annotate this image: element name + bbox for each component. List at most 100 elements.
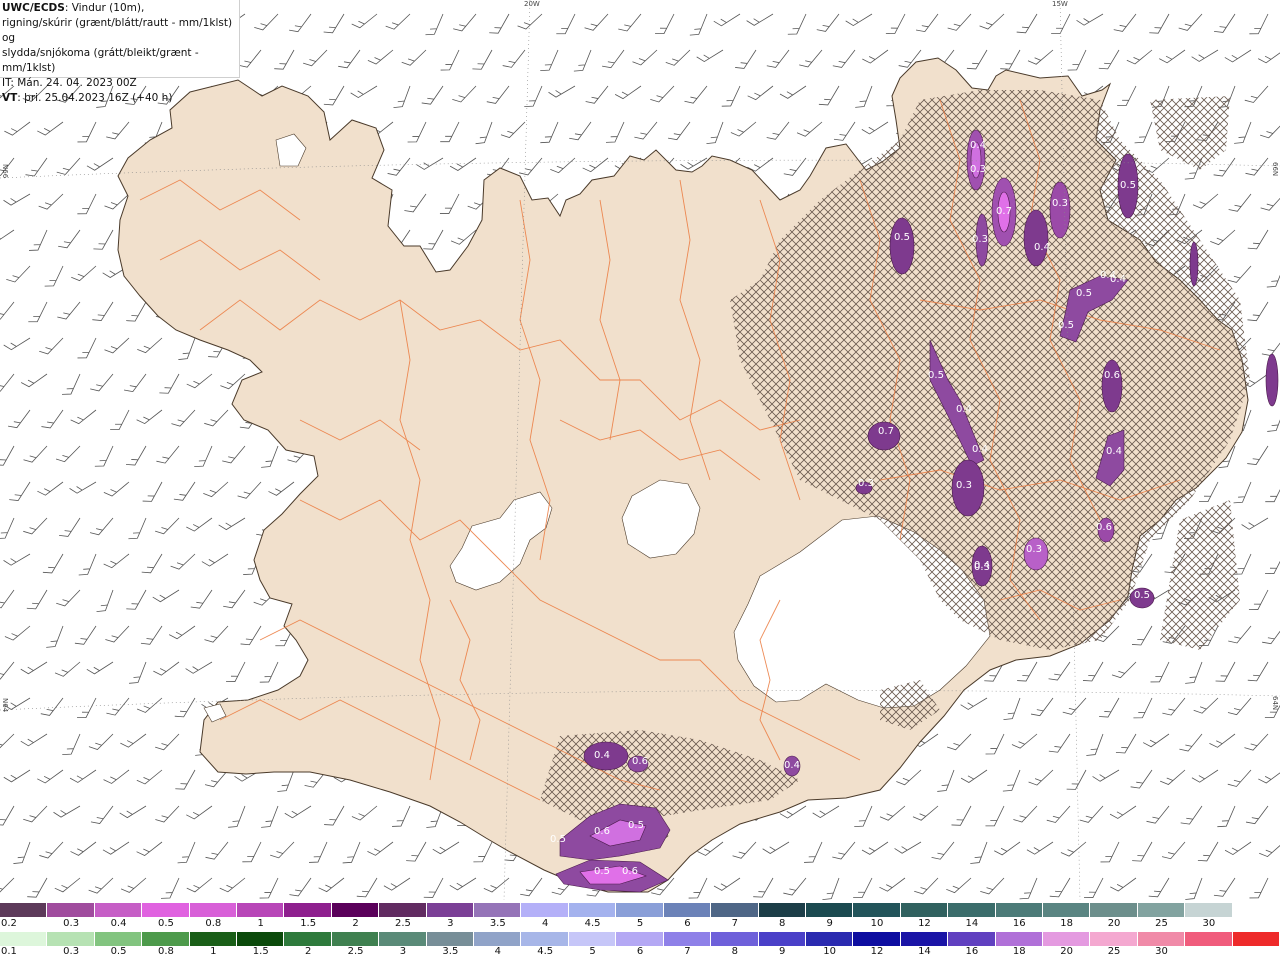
legend-swatch bbox=[995, 903, 1043, 917]
legend-swatch bbox=[379, 932, 427, 946]
legend-swatch bbox=[142, 932, 190, 946]
precip-value-label: 0.5 bbox=[894, 232, 910, 243]
precip-value-label: 0.6 bbox=[1104, 370, 1120, 381]
legend-swatch bbox=[426, 932, 475, 946]
precip-value-label: 0.5 bbox=[1058, 320, 1074, 331]
precip-value-label: 0.3 bbox=[974, 562, 990, 573]
legend-tick-label: 20 bbox=[1060, 946, 1074, 957]
legend-swatch bbox=[331, 932, 380, 946]
legend-tick-label: 5 bbox=[589, 946, 596, 957]
legend-swatch bbox=[805, 903, 854, 917]
legend-tick-label: 16 bbox=[1012, 918, 1026, 929]
legend-swatch bbox=[900, 903, 949, 917]
legend-tick-label: 8 bbox=[731, 946, 738, 957]
legend-swatch bbox=[474, 932, 522, 946]
legend-tick-label: 0.2 bbox=[1, 918, 17, 929]
legend-tick-label: 2 bbox=[352, 918, 359, 929]
product-name: UWC/ECDS bbox=[2, 2, 65, 14]
legend-swatch bbox=[663, 932, 712, 946]
legend-swatch bbox=[1090, 932, 1138, 946]
legend-tick-label: 1 bbox=[257, 918, 264, 929]
legend-tick-label: 8 bbox=[779, 918, 786, 929]
legend-tick-label: 30 bbox=[1202, 918, 1216, 929]
legend-tick-label: 4 bbox=[494, 946, 501, 957]
legend-tick-label: 5 bbox=[636, 918, 644, 929]
legend-swatch bbox=[948, 903, 996, 917]
legend-swatch bbox=[142, 903, 190, 917]
legend-tick-label: 3 bbox=[447, 918, 454, 929]
legend-swatch bbox=[0, 903, 48, 917]
legend-tick-label: 0.8 bbox=[205, 918, 222, 929]
lon-label-15w: 15W bbox=[1052, 0, 1068, 8]
legend-tick-label: 3.5 bbox=[442, 946, 459, 957]
legend-tick-label: 12 bbox=[870, 946, 884, 957]
legend-swatch bbox=[995, 932, 1043, 946]
legend-swatch bbox=[1137, 932, 1186, 946]
legend-swatch bbox=[237, 932, 285, 946]
legend-swatch bbox=[758, 932, 806, 946]
legend-tick-label: 10 bbox=[870, 918, 884, 929]
legend-tick-label: 25 bbox=[1107, 946, 1121, 957]
legend-swatch bbox=[284, 903, 332, 917]
precip-value-label: 0.4 bbox=[1034, 242, 1050, 253]
info-line3: slydda/snjókoma (grátt/bleikt/grænt - mm… bbox=[2, 47, 199, 74]
legend-swatch bbox=[616, 903, 664, 917]
info-line2: rigning/skúrir (grænt/blátt/rautt - mm/1… bbox=[2, 17, 233, 44]
legend-tick-label: 0.3 bbox=[63, 946, 80, 957]
legend-tick-label: 6 bbox=[636, 946, 644, 957]
legend-swatch bbox=[853, 903, 901, 917]
precip-value-label: 0.5 bbox=[550, 834, 566, 845]
legend-swatch bbox=[189, 932, 238, 946]
legend-tick-label: 3 bbox=[399, 946, 407, 957]
legend-snow-labels: 0.2 0.3 0.4 0.5 0.8 1 1.5 2 2.5 3 3.5 4 4.5 5 6 7 8 9 10 12… bbox=[0, 918, 1280, 930]
legend-swatch bbox=[1185, 932, 1233, 946]
legend-swatch bbox=[379, 903, 427, 917]
legend-tick-label: 20 bbox=[1107, 918, 1121, 929]
precip-value-label: 0.4 bbox=[594, 750, 610, 761]
precip-value-label: 0.6 bbox=[632, 756, 648, 767]
legend-swatch bbox=[568, 903, 617, 917]
legend-tick-label: 0.8 bbox=[157, 946, 174, 957]
legend-swatch bbox=[948, 932, 996, 946]
legend-tick-label: 9 bbox=[826, 918, 833, 929]
precip-value-label: 0.4 bbox=[1110, 274, 1126, 285]
legend-swatch bbox=[1232, 932, 1280, 946]
legend-swatch bbox=[94, 903, 143, 917]
legend-swatch bbox=[1042, 903, 1091, 917]
legend-tick-label: 0.1 bbox=[1, 946, 17, 957]
legend-tick-label: 1 bbox=[210, 946, 217, 957]
legend-swatch bbox=[1232, 903, 1280, 917]
legend-swatch bbox=[284, 932, 332, 946]
info-line4: IT: Mán. 24. 04. 2023 00Z bbox=[2, 77, 137, 89]
legend-swatch bbox=[663, 903, 712, 917]
precip-value-label: 0.6 bbox=[622, 866, 638, 877]
precip-value-label: 0.7 bbox=[996, 206, 1012, 217]
precip-value-label: 0.4 bbox=[784, 760, 800, 771]
legend-swatch bbox=[331, 903, 380, 917]
legend-tick-label: 25 bbox=[1155, 918, 1168, 929]
legend-swatch bbox=[711, 903, 759, 917]
legend-swatch bbox=[47, 903, 95, 917]
precip-value-label: 0.5 bbox=[1134, 590, 1150, 601]
legend-tick-label: 7 bbox=[731, 918, 738, 929]
legend-tick-label: 18 bbox=[1012, 946, 1026, 957]
legend-swatch bbox=[1137, 903, 1186, 917]
legend-swatch bbox=[189, 903, 238, 917]
legend-tick-label: 6 bbox=[684, 918, 691, 929]
legend-tick-label: 9 bbox=[779, 946, 786, 957]
legend-swatch bbox=[568, 932, 617, 946]
legend-tick-label: 4 bbox=[541, 918, 549, 929]
legend-tick-label: 2.5 bbox=[395, 918, 411, 929]
legend-tick-label: 16 bbox=[965, 946, 979, 957]
legend-tick-label: 12 bbox=[918, 918, 931, 929]
legend-tick-label: 0.4 bbox=[110, 918, 127, 929]
legend-swatch bbox=[521, 932, 569, 946]
legend-swatch bbox=[758, 903, 806, 917]
legend-tick-label: 3.5 bbox=[489, 918, 506, 929]
legend-swatch bbox=[0, 932, 48, 946]
precip-value-label: 0.3 bbox=[1052, 198, 1068, 209]
legend-tick-label: 2.5 bbox=[347, 946, 364, 957]
precip-value-label: 0.3 bbox=[858, 478, 874, 489]
map-info-box: UWC/ECDS: Vindur (10m), rigning/skúrir (… bbox=[0, 0, 240, 104]
precip-value-label: 0.6 bbox=[594, 826, 610, 837]
